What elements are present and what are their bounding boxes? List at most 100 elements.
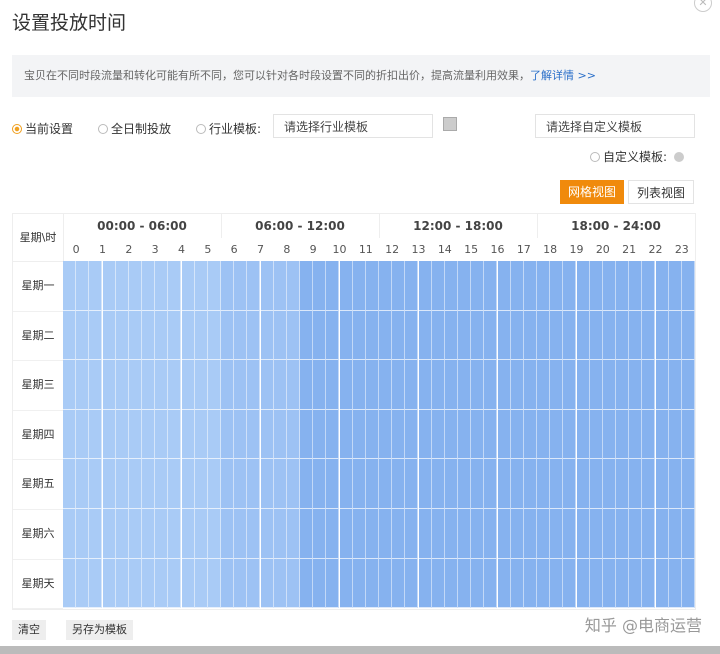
time-cell[interactable] [418, 360, 432, 410]
time-cell[interactable] [89, 310, 103, 361]
time-cell[interactable] [234, 261, 248, 311]
time-cell[interactable] [194, 310, 208, 361]
time-cell[interactable] [576, 310, 590, 361]
time-cell[interactable] [142, 360, 156, 410]
time-cell[interactable] [352, 409, 366, 460]
time-cell[interactable] [642, 459, 656, 509]
time-cell[interactable] [458, 360, 472, 410]
time-cell[interactable] [207, 261, 221, 311]
time-cell[interactable] [563, 310, 577, 361]
time-cell[interactable] [497, 261, 511, 311]
time-cell[interactable] [142, 310, 156, 361]
time-cell[interactable] [286, 558, 300, 609]
time-cell[interactable] [497, 558, 511, 609]
time-cell[interactable] [550, 310, 564, 361]
time-cell[interactable] [352, 509, 366, 559]
time-cell[interactable] [602, 360, 616, 410]
time-cell[interactable] [326, 409, 340, 460]
time-cell[interactable] [497, 409, 511, 460]
time-cell[interactable] [352, 360, 366, 410]
time-cell[interactable] [655, 360, 669, 410]
time-cell[interactable] [365, 360, 379, 410]
time-cell[interactable] [629, 409, 643, 460]
time-cell[interactable] [642, 509, 656, 559]
radio-industry-template[interactable]: 行业模板: [196, 120, 261, 137]
time-cell[interactable] [352, 261, 366, 311]
time-cell[interactable] [102, 509, 116, 559]
time-cell[interactable] [405, 509, 419, 559]
clear-button[interactable]: 清空 [12, 620, 46, 640]
time-cell[interactable] [247, 558, 261, 609]
time-cell[interactable] [194, 360, 208, 410]
time-cell[interactable] [128, 310, 142, 361]
time-cell[interactable] [313, 360, 327, 410]
time-cell[interactable] [313, 459, 327, 509]
time-cell[interactable] [221, 459, 235, 509]
help-icon[interactable] [674, 151, 685, 162]
time-cell[interactable] [458, 409, 472, 460]
time-cell[interactable] [63, 509, 77, 559]
time-cell[interactable] [76, 360, 90, 410]
time-cell[interactable] [102, 360, 116, 410]
time-cell[interactable] [444, 310, 458, 361]
time-cell[interactable] [431, 558, 445, 609]
time-cell[interactable] [458, 459, 472, 509]
time-cell[interactable] [681, 310, 695, 361]
time-cell[interactable] [313, 261, 327, 311]
time-cell[interactable] [444, 261, 458, 311]
time-cell[interactable] [431, 261, 445, 311]
time-cell[interactable] [418, 509, 432, 559]
time-cell[interactable] [405, 558, 419, 609]
time-cell[interactable] [221, 360, 235, 410]
time-cell[interactable] [405, 261, 419, 311]
time-cell[interactable] [510, 459, 524, 509]
time-cell[interactable] [589, 409, 603, 460]
time-cell[interactable] [616, 558, 630, 609]
time-cell[interactable] [142, 558, 156, 609]
time-cell[interactable] [681, 558, 695, 609]
time-cell[interactable] [234, 459, 248, 509]
time-cell[interactable] [194, 558, 208, 609]
time-cell[interactable] [260, 360, 274, 410]
time-cell[interactable] [537, 409, 551, 460]
time-cell[interactable] [142, 261, 156, 311]
time-cell[interactable] [260, 509, 274, 559]
time-cell[interactable] [602, 261, 616, 311]
time-cell[interactable] [563, 459, 577, 509]
time-cell[interactable] [365, 558, 379, 609]
time-cell[interactable] [326, 509, 340, 559]
time-cell[interactable] [642, 261, 656, 311]
time-cell[interactable] [379, 558, 393, 609]
time-cell[interactable] [523, 558, 537, 609]
time-cell[interactable] [260, 558, 274, 609]
radio-current-setting[interactable]: 当前设置 [12, 120, 73, 137]
time-cell[interactable] [300, 509, 314, 559]
time-cell[interactable] [181, 360, 195, 410]
time-cell[interactable] [142, 459, 156, 509]
time-cell[interactable] [260, 310, 274, 361]
time-cell[interactable] [471, 509, 485, 559]
time-cell[interactable] [247, 409, 261, 460]
time-cell[interactable] [326, 558, 340, 609]
time-cell[interactable] [629, 558, 643, 609]
learn-more-link[interactable]: 了解详情 >> [530, 69, 596, 82]
time-cell[interactable] [63, 261, 77, 311]
time-cell[interactable] [76, 509, 90, 559]
time-cell[interactable] [471, 310, 485, 361]
time-cell[interactable] [431, 409, 445, 460]
time-cell[interactable] [207, 360, 221, 410]
time-cell[interactable] [418, 261, 432, 311]
time-cell[interactable] [668, 459, 682, 509]
time-cell[interactable] [247, 459, 261, 509]
time-cell[interactable] [155, 261, 169, 311]
time-cell[interactable] [128, 558, 142, 609]
time-cell[interactable] [260, 409, 274, 460]
time-cell[interactable] [655, 409, 669, 460]
time-cell[interactable] [497, 459, 511, 509]
time-cell[interactable] [510, 360, 524, 410]
time-cell[interactable] [563, 509, 577, 559]
time-cell[interactable] [300, 558, 314, 609]
time-cell[interactable] [589, 360, 603, 410]
bottom-scrollbar[interactable] [0, 646, 720, 654]
time-cell[interactable] [471, 459, 485, 509]
